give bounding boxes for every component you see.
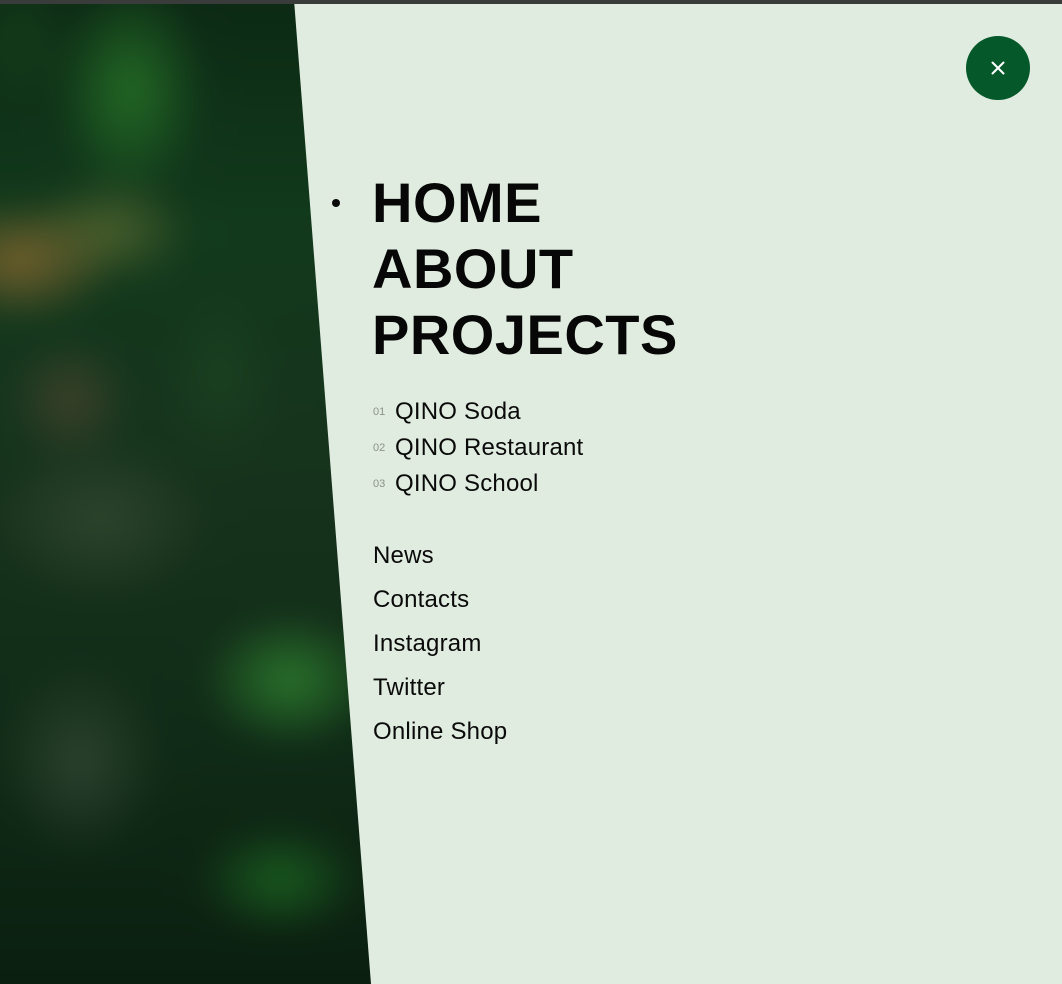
active-indicator-dot — [332, 199, 340, 207]
project-item-qino-restaurant[interactable]: 02 QINO Restaurant — [373, 430, 583, 466]
nav-contacts-link[interactable]: Contacts — [373, 578, 507, 622]
close-icon — [991, 61, 1005, 75]
nav-online-shop-link[interactable]: Online Shop — [373, 710, 507, 754]
project-list: 01 QINO Soda 02 QINO Restaurant 03 QINO … — [373, 394, 583, 502]
browser-top-edge — [0, 0, 1062, 4]
project-item-qino-school[interactable]: 03 QINO School — [373, 466, 583, 502]
close-menu-button[interactable] — [966, 36, 1030, 100]
project-name: QINO School — [395, 470, 539, 497]
main-nav: HOME ABOUT PROJECTS — [372, 170, 678, 368]
project-number: 02 — [373, 442, 386, 454]
project-name: QINO Soda — [395, 398, 521, 425]
nav-about-link[interactable]: ABOUT — [372, 236, 678, 302]
project-number: 01 — [373, 406, 386, 418]
project-name: QINO Restaurant — [395, 434, 584, 461]
secondary-nav: News Contacts Instagram Twitter Online S… — [373, 534, 507, 754]
page: HOME ABOUT PROJECTS 01 QINO Soda 02 QINO… — [0, 0, 1062, 984]
project-item-qino-soda[interactable]: 01 QINO Soda — [373, 394, 583, 430]
project-number: 03 — [373, 478, 386, 490]
nav-twitter-link[interactable]: Twitter — [373, 666, 507, 710]
nav-news-link[interactable]: News — [373, 534, 507, 578]
nav-home-link[interactable]: HOME — [372, 170, 678, 236]
nav-projects-link[interactable]: PROJECTS — [372, 302, 678, 368]
nav-instagram-link[interactable]: Instagram — [373, 622, 507, 666]
